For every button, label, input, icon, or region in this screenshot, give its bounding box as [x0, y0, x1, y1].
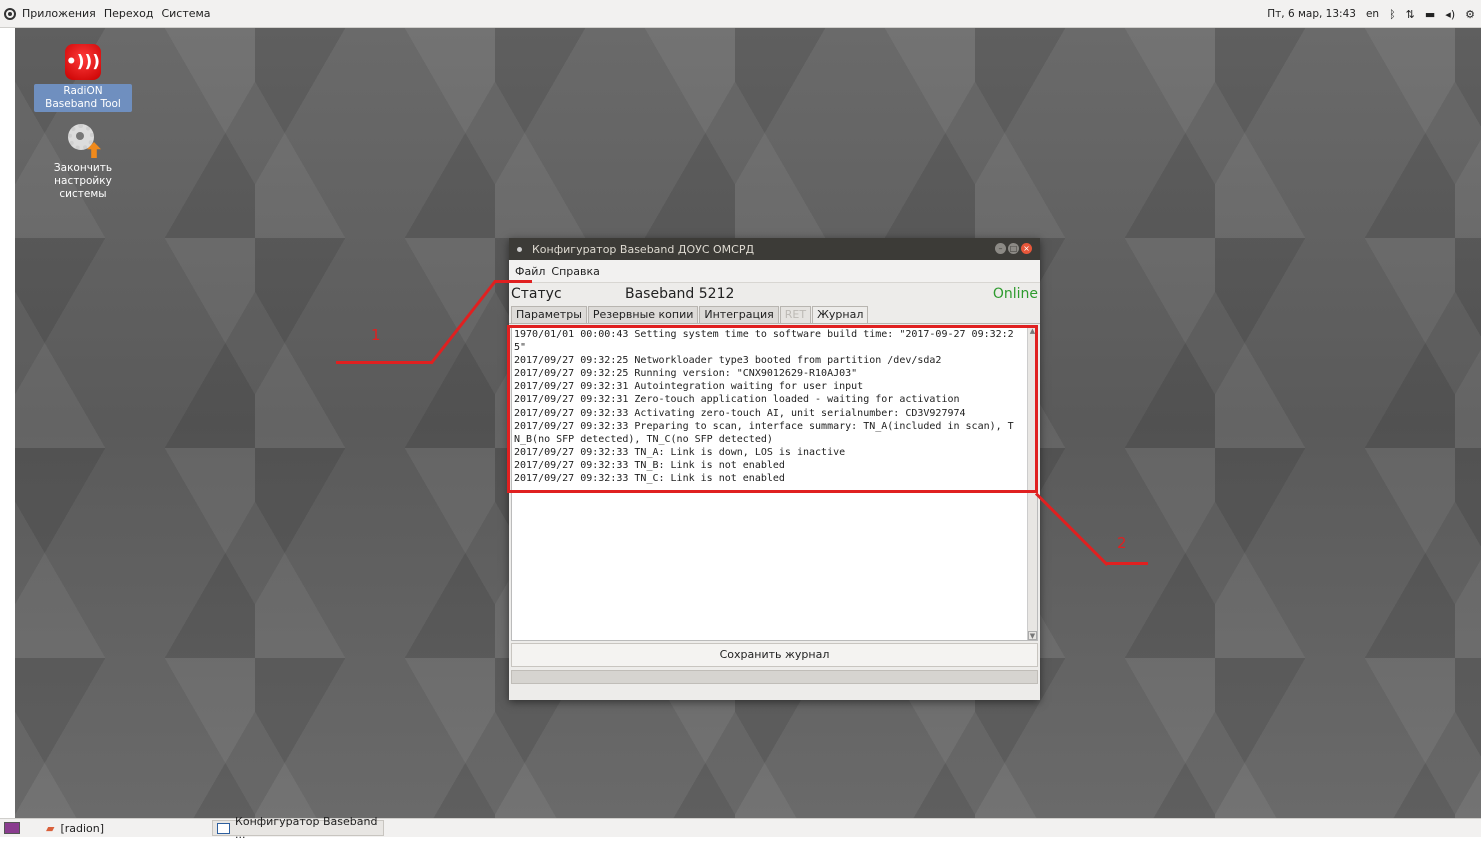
- system-tray: Пт, 6 мар, 13:43 en ᛒ ⇅ ▬ ◂) ⚙: [1267, 0, 1481, 28]
- progress-bar: [511, 670, 1038, 684]
- tab-parameters[interactable]: Параметры: [511, 306, 587, 323]
- radion-icon: •))): [65, 44, 101, 80]
- gear-update-icon: [65, 122, 101, 158]
- tab-integration[interactable]: Интеграция: [699, 306, 779, 323]
- annotation-line-2b: [1107, 562, 1148, 565]
- window-title: Конфигуратор Baseband ДОУС ОМСРД: [532, 242, 755, 256]
- ubuntu-logo-icon[interactable]: [4, 7, 16, 20]
- window-controls: – □ ×: [995, 243, 1032, 254]
- device-name: Baseband 5212: [625, 286, 735, 302]
- tab-bar: Параметры Резервные копии Интеграция RET…: [509, 305, 1040, 324]
- taskbar-item-radion[interactable]: ▰ [radion]: [42, 820, 108, 836]
- annotation-label-2: 2: [1117, 534, 1127, 552]
- menu-places[interactable]: Переход: [100, 7, 158, 20]
- maximize-button[interactable]: □: [1008, 243, 1019, 254]
- save-log-button[interactable]: Сохранить журнал: [511, 643, 1038, 667]
- left-strip: [0, 28, 15, 818]
- keyboard-layout[interactable]: en: [1366, 8, 1379, 20]
- window-statusbar: [509, 686, 1040, 700]
- clock[interactable]: Пт, 6 мар, 13:43: [1267, 8, 1356, 20]
- desktop-icon-label: Закончить настройку системы: [53, 162, 113, 200]
- menu-system[interactable]: Система: [157, 7, 214, 20]
- folder-icon: ▰: [46, 821, 55, 835]
- desktop-icon-setup[interactable]: Закончить настройку системы: [34, 122, 132, 201]
- taskbar-item-label: Конфигуратор Baseband ...: [235, 815, 378, 841]
- menu-file[interactable]: Файл: [512, 265, 548, 278]
- volume-icon[interactable]: ◂): [1445, 8, 1455, 21]
- desktop-icon: [4, 822, 20, 834]
- annotation-underline-file: [494, 280, 532, 283]
- network-icon[interactable]: ⇅: [1406, 8, 1415, 21]
- bluetooth-icon[interactable]: ᛒ: [1389, 8, 1396, 21]
- desktop-icon-radion[interactable]: •))) RadiON Baseband Tool: [34, 44, 132, 112]
- menu-applications[interactable]: Приложения: [18, 7, 100, 20]
- minimize-button[interactable]: –: [995, 243, 1006, 254]
- status-label: Статус: [511, 286, 562, 302]
- status-row: Статус Baseband 5212 Online: [509, 283, 1040, 305]
- annotation-line-1a: [336, 361, 432, 364]
- window-menubar: Файл Справка: [509, 260, 1040, 283]
- tab-backups[interactable]: Резервные копии: [587, 306, 699, 323]
- tab-ret: RET: [779, 306, 812, 323]
- window-titlebar[interactable]: Конфигуратор Baseband ДОУС ОМСРД – □ ×: [509, 238, 1040, 260]
- close-button[interactable]: ×: [1021, 243, 1032, 254]
- tab-journal[interactable]: Журнал: [812, 306, 869, 323]
- taskbar-item-configurator[interactable]: Конфигуратор Baseband ...: [212, 815, 384, 841]
- taskbar: ▰ [radion] Конфигуратор Baseband ...: [0, 815, 1481, 841]
- settings-icon[interactable]: ⚙: [1465, 8, 1475, 21]
- window-menu-icon[interactable]: [517, 246, 522, 252]
- annotation-label-1: 1: [371, 326, 381, 344]
- top-panel: Приложения Переход Система Пт, 6 мар, 13…: [0, 0, 1481, 28]
- taskbar-item-label: [radion]: [60, 821, 105, 835]
- show-desktop-button[interactable]: [0, 820, 24, 836]
- window-icon: [217, 822, 231, 834]
- annotation-box-log: [507, 325, 1038, 493]
- desktop-icon-label: RadiON Baseband Tool: [34, 84, 132, 112]
- scroll-down-icon[interactable]: ▼: [1028, 631, 1037, 640]
- battery-icon[interactable]: ▬: [1425, 8, 1435, 21]
- online-status: Online: [992, 286, 1038, 302]
- menu-help[interactable]: Справка: [548, 265, 602, 278]
